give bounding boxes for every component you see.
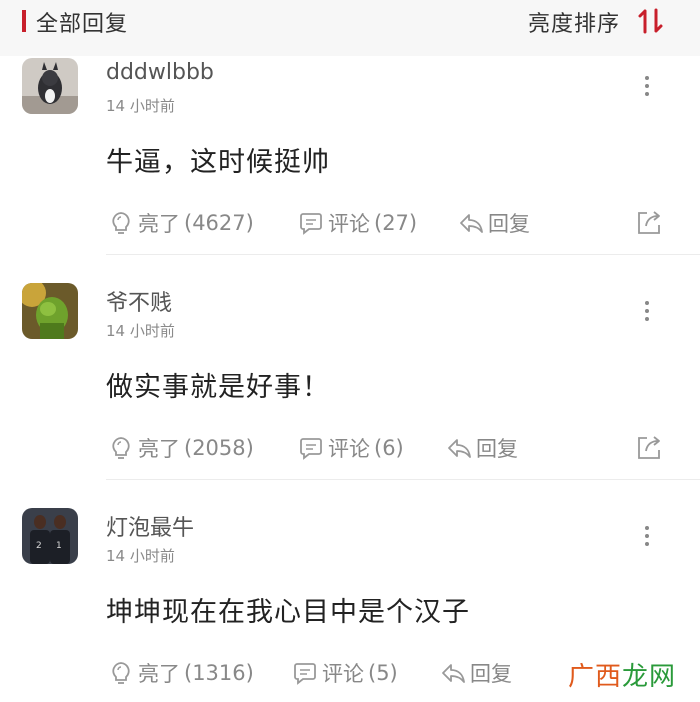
reply-arrow-icon xyxy=(448,439,471,458)
sort-by-brightness-button[interactable]: 亮度排序 xyxy=(528,6,620,38)
speech-bubble-icon xyxy=(294,663,316,685)
like-label: 亮了 xyxy=(138,662,180,686)
more-options-icon[interactable] xyxy=(640,74,654,98)
comment-count: (6) xyxy=(374,436,404,460)
reply-button[interactable]: 回复 xyxy=(446,433,518,463)
speech-bubble-icon xyxy=(300,438,322,460)
like-count: (4627) xyxy=(184,211,254,235)
comment-text: 坤坤现在在我心目中是个汉子 xyxy=(106,597,470,628)
svg-text:1: 1 xyxy=(56,541,62,551)
comment-button[interactable]: 评论 (27) xyxy=(298,208,417,238)
watermark: 广西龙网 xyxy=(568,656,676,693)
avatar[interactable] xyxy=(22,283,78,339)
comment-label: 评论 xyxy=(322,662,364,686)
lightbulb-icon xyxy=(112,662,130,684)
divider xyxy=(106,254,700,255)
lightbulb-icon xyxy=(112,212,130,234)
comments-header: 全部回复 亮度排序 xyxy=(0,0,700,56)
more-options-icon[interactable] xyxy=(640,524,654,548)
like-button[interactable]: 亮了 (2058) xyxy=(108,433,254,463)
timestamp: 14 小时前 xyxy=(106,97,175,115)
comment-button[interactable]: 评论 (5) xyxy=(292,658,398,688)
speech-bubble-icon xyxy=(300,213,322,235)
comment-text: 做实事就是好事！ xyxy=(106,372,330,403)
reply-label: 回复 xyxy=(488,212,530,236)
comment-button[interactable]: 评论 (6) xyxy=(298,433,404,463)
watermark-part-2: 龙网 xyxy=(622,662,677,692)
timestamp: 14 小时前 xyxy=(106,322,175,340)
like-label: 亮了 xyxy=(138,437,180,461)
sort-arrows-icon[interactable] xyxy=(636,6,666,36)
comment-count: (5) xyxy=(368,661,398,685)
comment-label: 评论 xyxy=(328,212,370,236)
reply-label: 回复 xyxy=(476,437,518,461)
basketball-players-avatar-icon: 2 1 xyxy=(22,508,78,564)
share-icon[interactable] xyxy=(634,433,664,463)
like-label: 亮了 xyxy=(138,212,180,236)
green-character-avatar-icon xyxy=(22,283,78,339)
comment-count: (27) xyxy=(374,211,418,235)
avatar[interactable] xyxy=(22,58,78,114)
username[interactable]: 灯泡最牛 xyxy=(106,510,194,542)
watermark-part-1: 广西 xyxy=(568,662,623,692)
like-count: (1316) xyxy=(184,661,254,685)
like-button[interactable]: 亮了 (4627) xyxy=(108,208,254,238)
dog-avatar-icon xyxy=(22,58,78,114)
reply-arrow-icon xyxy=(460,214,483,233)
like-button[interactable]: 亮了 (1316) xyxy=(108,658,254,688)
share-icon[interactable] xyxy=(634,208,664,238)
username[interactable]: 爷不贱 xyxy=(106,285,172,317)
all-replies-title: 全部回复 xyxy=(36,12,129,37)
more-options-icon[interactable] xyxy=(640,299,654,323)
lightbulb-icon xyxy=(112,437,130,459)
avatar[interactable]: 2 1 xyxy=(22,508,78,564)
divider xyxy=(106,479,700,480)
reply-button[interactable]: 回复 xyxy=(458,208,530,238)
reply-label: 回复 xyxy=(470,662,512,686)
username[interactable]: dddwlbbb xyxy=(106,60,214,85)
header-accent-bar xyxy=(22,10,26,32)
like-count: (2058) xyxy=(184,436,254,460)
comment-label: 评论 xyxy=(328,437,370,461)
svg-text:2: 2 xyxy=(36,541,42,551)
comment-text: 牛逼，这时候挺帅 xyxy=(106,147,330,178)
timestamp: 14 小时前 xyxy=(106,547,175,565)
reply-arrow-icon xyxy=(442,664,465,683)
reply-button[interactable]: 回复 xyxy=(440,658,512,688)
